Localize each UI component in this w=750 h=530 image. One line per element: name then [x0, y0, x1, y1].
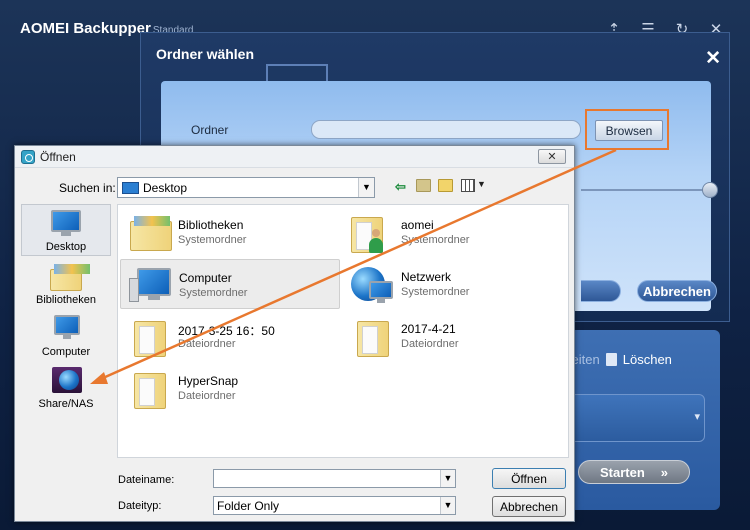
expand-chevron-icon[interactable]	[702, 182, 718, 198]
list-item[interactable]: Netzwerk Systemordner	[343, 259, 563, 309]
browse-highlight-box	[585, 109, 669, 150]
item-name: aomei	[401, 218, 434, 232]
list-item[interactable]: aomei Systemordner	[343, 207, 563, 257]
item-type: Dateiordner	[401, 338, 459, 350]
close-icon[interactable]: ✕	[705, 47, 721, 70]
chevron-down-icon[interactable]: ▼	[358, 178, 374, 197]
view-menu-icon[interactable]	[461, 179, 475, 192]
folder-path-input[interactable]	[311, 120, 581, 139]
start-label: Starten	[599, 464, 645, 480]
up-folder-icon[interactable]	[416, 179, 431, 192]
place-label: Bibliotheken	[36, 294, 96, 306]
computer-icon	[50, 313, 82, 343]
list-item[interactable]: Bibliotheken Systemordner	[120, 207, 340, 257]
folder-icon	[126, 315, 172, 357]
libraries-icon	[50, 261, 90, 291]
open-dialog-titlebar: Öffnen ✕	[15, 146, 574, 168]
place-libraries[interactable]: Bibliotheken	[21, 256, 111, 308]
target-dropdown[interactable]	[560, 394, 705, 442]
list-item[interactable]: HyperSnap Dateiordner	[120, 363, 340, 413]
file-list[interactable]: Bibliotheken Systemordner aomei Systemor…	[117, 204, 569, 458]
folder-icon	[349, 315, 395, 357]
chevron-down-icon[interactable]: ▼	[440, 470, 455, 487]
delete-action[interactable]: rbeiten Löschen	[560, 352, 672, 367]
item-name: Computer	[179, 271, 232, 285]
filename-input[interactable]: ▼	[213, 469, 456, 488]
place-label: Share/NAS	[38, 398, 94, 410]
place-computer[interactable]: Computer	[21, 308, 111, 360]
item-type: Systemordner	[179, 287, 248, 299]
folder-label: Ordner	[191, 123, 229, 137]
item-type: Dateiordner	[178, 338, 236, 350]
item-name: 2017-4-21	[401, 322, 456, 336]
network-icon	[349, 263, 395, 305]
cancel-button[interactable]: Abbrechen	[492, 496, 566, 517]
item-type: Systemordner	[401, 286, 470, 298]
chevron-right-icon: »	[660, 464, 669, 480]
open-button[interactable]: Öffnen	[492, 468, 566, 489]
share-nas-icon	[50, 365, 82, 395]
user-folder-icon	[349, 211, 395, 253]
trash-icon	[605, 353, 617, 366]
place-desktop[interactable]: Desktop	[21, 204, 111, 256]
folder-icon	[126, 367, 172, 409]
list-item[interactable]: 2017-4-21 Dateiordner	[343, 311, 563, 361]
desktop-icon	[50, 208, 82, 238]
libraries-icon	[126, 211, 172, 253]
dialog-tab	[266, 64, 328, 82]
ok-button[interactable]	[581, 280, 621, 302]
aomei-app-icon	[21, 150, 35, 164]
item-name: Bibliotheken	[178, 218, 244, 232]
place-share-nas[interactable]: Share/NAS	[21, 360, 111, 412]
computer-icon	[127, 264, 173, 306]
filetype-label: Dateityp:	[118, 500, 162, 512]
dialog-title: Ordner wählen	[156, 46, 255, 62]
places-bar: Desktop Bibliotheken Computer Share/NAS	[21, 204, 111, 464]
look-in-dropdown[interactable]: Desktop ▼	[117, 177, 375, 198]
place-label: Desktop	[45, 241, 87, 253]
chevron-down-icon[interactable]: ▼	[477, 179, 486, 195]
new-folder-icon[interactable]	[438, 179, 453, 192]
look-in-value: Desktop	[143, 181, 188, 195]
close-icon[interactable]: ✕	[538, 149, 566, 164]
item-type: Systemordner	[401, 234, 470, 246]
filetype-value: Folder Only	[217, 499, 280, 513]
place-label: Computer	[41, 346, 91, 358]
open-dialog: Öffnen ✕ Suchen in: Desktop ▼ ⇦ ▼ Deskto…	[14, 145, 575, 522]
chevron-down-icon[interactable]: ▼	[440, 497, 455, 514]
delete-label: Löschen	[622, 352, 672, 367]
item-name: 2017-3-25 16：50	[178, 324, 275, 338]
item-name: HyperSnap	[178, 374, 239, 388]
desktop-icon	[122, 182, 139, 194]
item-name: Netzwerk	[401, 270, 452, 284]
list-item[interactable]: Computer Systemordner	[120, 259, 340, 309]
list-item[interactable]: 2017-3-25 16：50 Dateiordner	[120, 311, 340, 361]
back-arrow-icon[interactable]: ⇦	[395, 179, 406, 195]
open-dialog-title: Öffnen	[40, 150, 76, 164]
filename-label: Dateiname:	[118, 474, 175, 486]
item-type: Dateiordner	[178, 390, 236, 402]
filetype-dropdown[interactable]: Folder Only ▼	[213, 496, 456, 515]
cancel-button[interactable]: Abbrechen	[637, 280, 717, 302]
look-in-label: Suchen in:	[59, 181, 116, 195]
start-button[interactable]: Starten »	[578, 460, 690, 484]
slider-track	[581, 189, 706, 191]
item-type: Systemordner	[178, 234, 247, 246]
